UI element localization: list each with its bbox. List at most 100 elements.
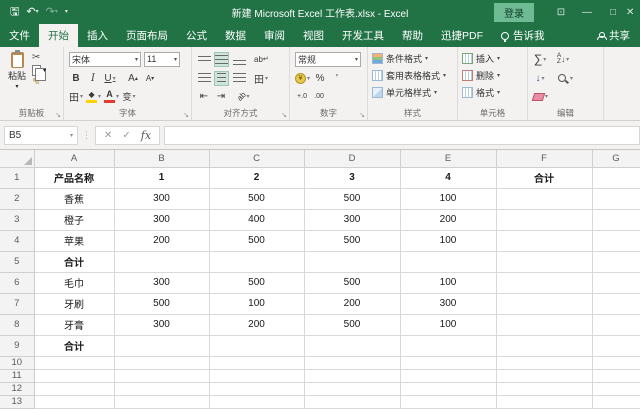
cell-C8[interactable]: 200 (209, 314, 304, 335)
cell-F10[interactable] (496, 356, 592, 369)
cell-F12[interactable] (496, 382, 592, 395)
close-button[interactable]: ✕ (626, 0, 640, 24)
cell-E10[interactable] (400, 356, 496, 369)
cell-A5[interactable]: 合计 (34, 251, 114, 272)
cell-D1[interactable]: 3 (304, 167, 400, 188)
cell-A2[interactable]: 香蕉 (34, 188, 114, 209)
row-header-12[interactable]: 12 (0, 382, 34, 395)
row-header-4[interactable]: 4 (0, 230, 34, 251)
tab-帮助[interactable]: 帮助 (393, 24, 432, 47)
row-header-5[interactable]: 5 (0, 251, 34, 272)
tab-迅捷PDF[interactable]: 迅捷PDF (432, 24, 492, 47)
cell-E3[interactable]: 200 (400, 209, 496, 230)
cell-D7[interactable]: 200 (304, 293, 400, 314)
dialog-launcher-icon[interactable]: ↘ (55, 111, 61, 119)
align-center-icon[interactable] (214, 71, 229, 86)
cell-B4[interactable]: 200 (114, 230, 209, 251)
tab-文件[interactable]: 文件 (0, 24, 39, 47)
cut-icon[interactable]: ✂ (32, 53, 46, 63)
cell-G2[interactable] (592, 188, 640, 209)
font-name-combo[interactable]: 宋体▾ (69, 52, 141, 67)
tab-开始[interactable]: 开始 (39, 24, 78, 47)
tab-开发工具[interactable]: 开发工具 (333, 24, 393, 47)
cell-C2[interactable]: 500 (209, 188, 304, 209)
cell-C4[interactable]: 500 (209, 230, 304, 251)
column-header-F[interactable]: F (496, 150, 592, 167)
row-header-10[interactable]: 10 (0, 356, 34, 369)
customize-qat-icon[interactable]: ▾ (65, 7, 68, 18)
dialog-launcher-icon[interactable]: ↘ (183, 111, 189, 119)
phonetic-guide-button[interactable]: 变▾ (122, 89, 136, 104)
cell-A9[interactable]: 合计 (34, 335, 114, 356)
row-header-6[interactable]: 6 (0, 272, 34, 293)
cell-G7[interactable] (592, 293, 640, 314)
cell-E11[interactable] (400, 369, 496, 382)
tab-页面布局[interactable]: 页面布局 (117, 24, 177, 47)
row-header-8[interactable]: 8 (0, 314, 34, 335)
ribbon-display-options-icon[interactable]: ⊡ (548, 0, 574, 24)
comma-style-icon[interactable]: ' (330, 71, 344, 86)
row-header-11[interactable]: 11 (0, 369, 34, 382)
decrease-decimal-icon[interactable]: .00 (312, 89, 326, 104)
column-header-C[interactable]: C (209, 150, 304, 167)
cell-C11[interactable] (209, 369, 304, 382)
cell-G9[interactable] (592, 335, 640, 356)
cell-E5[interactable] (400, 251, 496, 272)
accounting-format-icon[interactable]: ¥▾ (295, 71, 310, 86)
save-icon[interactable]: 🖫 (10, 7, 19, 18)
borders-button[interactable]: 田▾ (69, 89, 83, 104)
align-bottom-icon[interactable] (232, 52, 246, 67)
cell-C1[interactable]: 2 (209, 167, 304, 188)
cell-B12[interactable] (114, 382, 209, 395)
cell-D2[interactable]: 500 (304, 188, 400, 209)
increase-decimal-icon[interactable]: +.0 (295, 89, 309, 104)
column-header-B[interactable]: B (114, 150, 209, 167)
cell-C3[interactable]: 400 (209, 209, 304, 230)
cell-C6[interactable]: 500 (209, 272, 304, 293)
cell-G12[interactable] (592, 382, 640, 395)
tab-视图[interactable]: 视图 (294, 24, 333, 47)
row-header-7[interactable]: 7 (0, 293, 34, 314)
tab-tell-me[interactable]: 告诉我 (492, 24, 554, 47)
cell-B3[interactable]: 300 (114, 209, 209, 230)
cell-F4[interactable] (496, 230, 592, 251)
cell-B10[interactable] (114, 356, 209, 369)
cell-C9[interactable] (209, 335, 304, 356)
cell-B1[interactable]: 1 (114, 167, 209, 188)
cell-E9[interactable] (400, 335, 496, 356)
cell-C12[interactable] (209, 382, 304, 395)
cell-D4[interactable]: 500 (304, 230, 400, 251)
cell-D12[interactable] (304, 382, 400, 395)
cell-F6[interactable] (496, 272, 592, 293)
orientation-icon[interactable]: ab▾ (236, 89, 250, 104)
underline-button[interactable]: U▾ (103, 71, 117, 86)
cell-F13[interactable] (496, 395, 592, 408)
column-header-D[interactable]: D (304, 150, 400, 167)
cell-B7[interactable]: 500 (114, 293, 209, 314)
cell-D6[interactable]: 500 (304, 272, 400, 293)
percent-style-icon[interactable]: % (313, 71, 327, 86)
row-header-3[interactable]: 3 (0, 209, 34, 230)
align-right-icon[interactable] (232, 71, 246, 86)
font-color-button[interactable]: A▾ (104, 89, 119, 104)
cell-A6[interactable]: 毛巾 (34, 272, 114, 293)
cell-F1[interactable]: 合计 (496, 167, 592, 188)
cell-D3[interactable]: 300 (304, 209, 400, 230)
tab-数据[interactable]: 数据 (216, 24, 255, 47)
copy-button[interactable]: ▾ (32, 65, 46, 76)
enter-icon[interactable]: ✓ (122, 130, 130, 141)
cell-B6[interactable]: 300 (114, 272, 209, 293)
column-header-G[interactable]: G (592, 150, 640, 167)
name-box[interactable]: B5 ▾ (4, 126, 78, 145)
cell-E6[interactable]: 100 (400, 272, 496, 293)
align-top-icon[interactable] (197, 52, 211, 67)
cell-F9[interactable] (496, 335, 592, 356)
format-as-table-button[interactable]: 套用表格格式▾ (370, 67, 455, 84)
cell-E7[interactable]: 300 (400, 293, 496, 314)
minimize-button[interactable]: — (574, 0, 600, 24)
font-size-combo[interactable]: 11▾ (144, 52, 180, 67)
cell-E2[interactable]: 100 (400, 188, 496, 209)
cell-E4[interactable]: 100 (400, 230, 496, 251)
fill-button[interactable]: ↓▾ (533, 71, 547, 86)
merge-center-icon[interactable]: 田▾ (254, 71, 268, 86)
